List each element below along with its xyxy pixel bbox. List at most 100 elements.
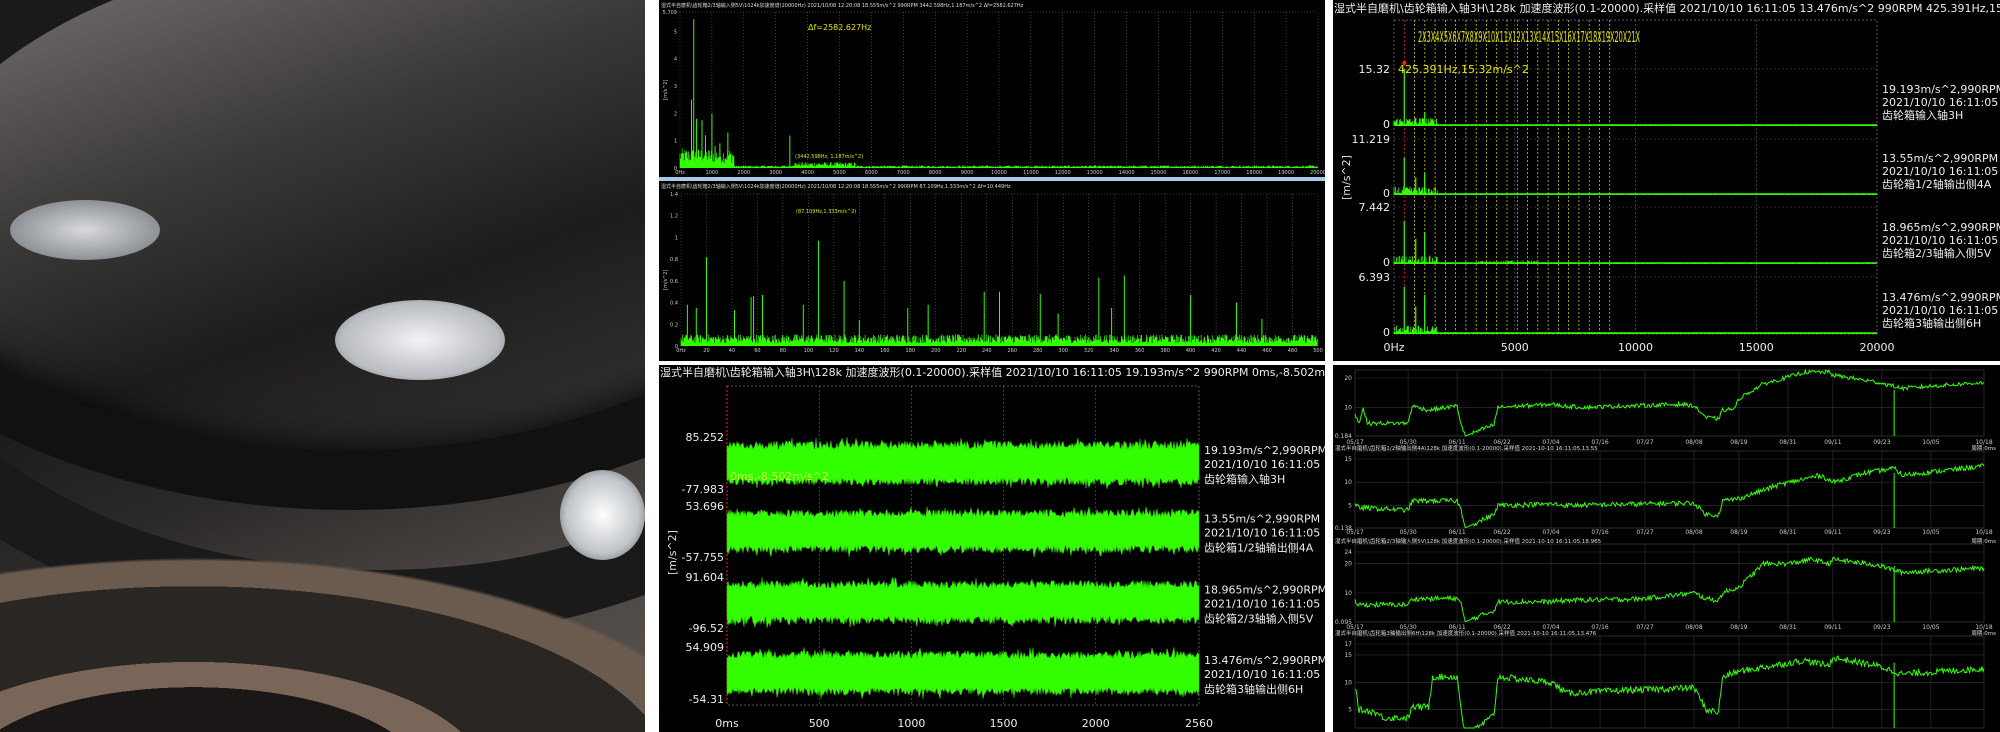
x-tick-label: 6000: [865, 170, 878, 176]
channel-name: 齿轮箱1/2轴输出侧4A: [1204, 541, 1314, 555]
y-tick-label: 1: [675, 235, 678, 241]
channel-name: 齿轮箱3轴输出侧6H: [1882, 316, 1981, 330]
y-tick-label: 0.2: [670, 322, 678, 328]
x-tick-label: 09/11: [1824, 529, 1841, 536]
y-max-label: 6.393: [1359, 271, 1391, 284]
x-tick-label: 17000: [1214, 170, 1230, 176]
y-tick-label: 0: [674, 166, 677, 172]
y-min-label: -96.52: [689, 622, 724, 635]
y-tick-label: 5: [674, 29, 677, 35]
x-tick-label: 06/11: [1448, 624, 1465, 631]
x-tick-label: 09/23: [1873, 529, 1890, 536]
channel-time: 2021/10/10 16:11:05: [1204, 527, 1320, 540]
channel-rms: 19.193m/s^2,990RPM: [1204, 444, 1327, 457]
x-tick-label: 08/08: [1685, 439, 1702, 446]
x-tick-label: 10000: [991, 170, 1007, 176]
cursor-readout: 0ms,-8.502m/s^2: [730, 470, 829, 483]
x-tick-label: 15000: [1739, 341, 1774, 354]
y-axis-label: [m/s^2]: [663, 80, 669, 100]
x-tick-label: 08/19: [1730, 439, 1747, 446]
y-tick-label: 24: [1344, 549, 1352, 556]
spectrum-full-panel: [659, 0, 1325, 177]
x-tick-label: 4000: [801, 170, 814, 176]
channel-time: 2021/10/10 16:11:05: [1204, 668, 1320, 681]
channel-rms: 13.476m/s^2,990RPM: [1204, 654, 1327, 667]
x-tick-label: 40: [729, 348, 735, 354]
x-tick-label: 2000: [1082, 717, 1110, 730]
y-tick-label: 1.4: [670, 192, 678, 198]
x-tick-label: 08/31: [1779, 624, 1796, 631]
x-tick-label: 09/23: [1873, 439, 1890, 446]
channel-rms: 13.476m/s^2,990RPM: [1882, 291, 2000, 304]
x-tick-label: 07/04: [1542, 439, 1559, 446]
x-tick-label: 20000: [1310, 170, 1326, 176]
x-tick-label: 07/16: [1591, 624, 1608, 631]
channel-name: 齿轮箱3轴输出侧6H: [1204, 682, 1303, 696]
x-tick-label: 7000: [897, 170, 910, 176]
y-tick-label: 0.095: [1335, 619, 1352, 626]
y-tick-label: 3: [674, 84, 677, 90]
x-tick-label: 05/30: [1399, 624, 1416, 631]
x-tick-label: 20: [703, 348, 709, 354]
x-tick-label: 07/27: [1636, 624, 1653, 631]
x-tick-label: 18000: [1246, 170, 1262, 176]
x-tick-label: 240: [982, 348, 992, 354]
x-tick-label: 10/05: [1922, 624, 1939, 631]
y-tick-label: 15: [1344, 456, 1352, 463]
y-tick-label: 1: [674, 139, 677, 145]
channel-time: 2021/10/10 16:11:05: [1882, 165, 1998, 178]
y-zero-label: 0: [1383, 187, 1390, 200]
y-tick-label: 5.709: [663, 10, 677, 16]
harmonic-markers: 2X3X4X5X6X7X8X9X10X11X12X13X14X15X16X17X…: [1418, 28, 1640, 46]
x-tick-label: 05/30: [1399, 439, 1416, 446]
multi-spectrum-header: 湿式半自磨机\齿轮箱输入轴3H\128k 加速度波形(0.1-20000).采样…: [1334, 1, 2000, 15]
x-tick-label: 5000: [1501, 341, 1529, 354]
y-tick-label: 0: [675, 344, 678, 350]
x-tick-label: 220: [957, 348, 967, 354]
y-tick-label: 5: [1348, 707, 1352, 714]
x-tick-label: 15000: [1151, 170, 1167, 176]
y-zero-label: 0: [1383, 118, 1390, 131]
channel-rms: 13.55m/s^2,990RPM: [1204, 513, 1320, 526]
x-tick-label: 140: [855, 348, 865, 354]
x-tick-label: 2000: [737, 170, 750, 176]
x-tick-label: 200: [931, 348, 941, 354]
x-tick-label: 500: [1313, 348, 1323, 354]
x-tick-label: 9000: [961, 170, 974, 176]
x-tick-label: 460: [1262, 348, 1272, 354]
x-tick-label: 08/31: [1779, 439, 1796, 446]
channel-rms: 19.193m/s^2,990RPM: [1882, 83, 2000, 96]
x-tick-label: 07/27: [1636, 439, 1653, 446]
channel-rms: 18.965m/s^2,990RPM: [1882, 221, 2000, 234]
x-tick-label: 360: [1135, 348, 1145, 354]
x-tick-label: 08/19: [1730, 624, 1747, 631]
x-tick-label: 20000: [1860, 341, 1895, 354]
x-tick-label: 07/04: [1542, 529, 1559, 536]
x-tick-label: 60: [754, 348, 760, 354]
x-tick-label: 1500: [990, 717, 1018, 730]
channel-time: 2021/10/10 16:11:05: [1882, 96, 1998, 109]
x-tick-label: 05/17: [1346, 439, 1363, 446]
x-tick-label: 260: [1007, 348, 1017, 354]
x-tick-label: 80: [780, 348, 786, 354]
y-tick-label: 4: [674, 57, 677, 63]
x-tick-label: 10/05: [1922, 439, 1939, 446]
y-max-label: 7.442: [1359, 201, 1391, 214]
y-max-label: 54.909: [686, 641, 725, 654]
y-max-label: 15.32: [1359, 63, 1391, 76]
y-tick-label: 20: [1344, 375, 1352, 382]
x-tick-label: 12000: [1055, 170, 1071, 176]
channel-rms: 18.965m/s^2,990RPM: [1204, 584, 1327, 597]
channel-name: 齿轮箱输入轴3H: [1204, 472, 1285, 486]
x-tick-label: 09/11: [1824, 624, 1841, 631]
x-tick-label: 400: [1186, 348, 1196, 354]
x-tick-label: 0ms: [715, 717, 739, 730]
y-tick-label: 20: [1344, 561, 1352, 568]
y-tick-label: 15: [1344, 652, 1352, 659]
charts-canvas: 湿式半自磨机\齿轮箱2/3轴输入侧5V\1024k加速度谱(20000Hz) 2…: [659, 0, 2000, 732]
y-max-label: 91.604: [686, 571, 725, 584]
x-tick-label: 320: [1084, 348, 1094, 354]
y-tick-label: 0.4: [670, 301, 678, 307]
cursor-readout: 425.391Hz,15.32m/s^2: [1398, 63, 1529, 76]
y-tick-label: 0.138: [1335, 525, 1352, 532]
